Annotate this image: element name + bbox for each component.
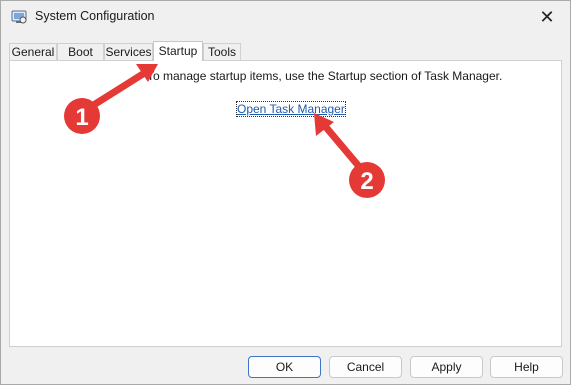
ok-button[interactable]: OK <box>248 356 321 378</box>
tab-tools[interactable]: Tools <box>203 43 241 60</box>
tab-services[interactable]: Services <box>104 43 153 60</box>
window-title: System Configuration <box>35 9 155 23</box>
tab-boot[interactable]: Boot <box>57 43 104 60</box>
tab-general[interactable]: General <box>9 43 57 60</box>
system-configuration-window: System Configuration ✕ General Boot Serv… <box>0 0 571 385</box>
cancel-button[interactable]: Cancel <box>329 356 402 378</box>
apply-button[interactable]: Apply <box>410 356 483 378</box>
tab-startup[interactable]: Startup <box>153 41 203 61</box>
close-button[interactable]: ✕ <box>524 1 570 33</box>
help-button[interactable]: Help <box>490 356 563 378</box>
close-icon: ✕ <box>539 6 555 27</box>
title-bar[interactable]: System Configuration ✕ <box>1 1 570 33</box>
tab-strip: General Boot Services Startup Tools <box>9 41 569 61</box>
open-task-manager-link[interactable]: Open Task Manager <box>236 101 346 117</box>
startup-instruction-text: To manage startup items, use the Startup… <box>147 69 503 83</box>
msconfig-app-icon <box>11 10 27 24</box>
